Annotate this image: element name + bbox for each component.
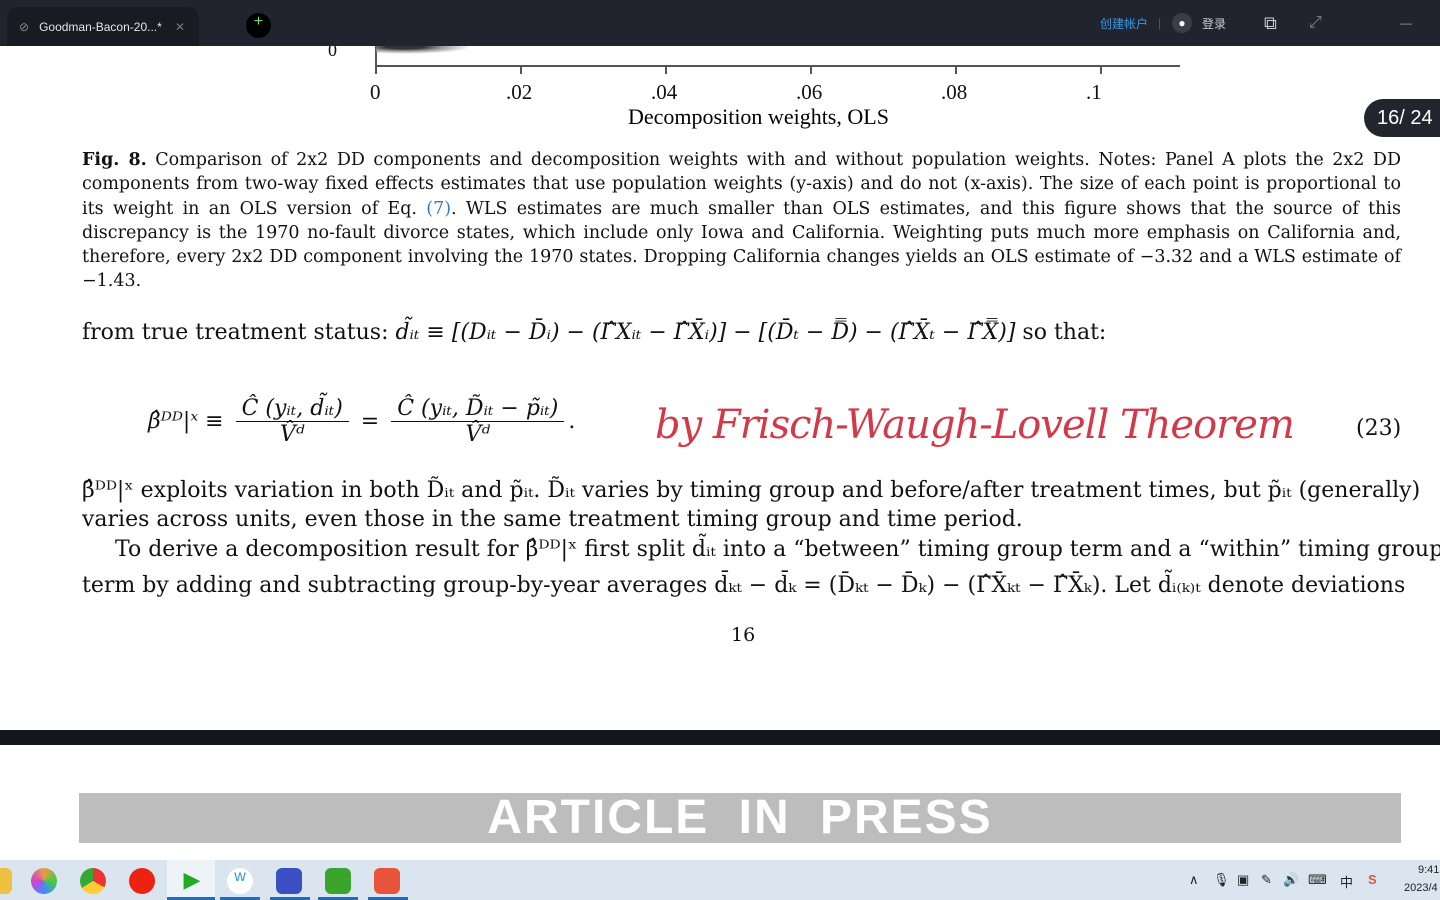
new-tab-button[interactable]: +	[246, 13, 271, 38]
sogou-icon[interactable]: S	[1368, 872, 1377, 887]
body-text: varies across units, even those in the s…	[82, 507, 1023, 532]
pen-icon[interactable]: ✎	[1261, 872, 1272, 888]
player-icon: ▶	[183, 868, 201, 893]
eq-math: d̃ᵢₜ ≡ [(Dᵢₜ − D̄ᵢ) − (Γ̂Xᵢₜ − Γ̂X̄ᵢ)] −…	[395, 320, 1016, 345]
x-tick-label: 0	[370, 80, 381, 104]
keyboard-icon[interactable]: ⌨	[1308, 872, 1327, 888]
create-account-link[interactable]: 创建帐户	[1100, 0, 1148, 46]
x-tick-label: .04	[651, 80, 678, 104]
scatter-points	[376, 46, 471, 54]
y-tick: 0	[328, 46, 337, 60]
x-tick	[375, 67, 377, 74]
chrome-icon[interactable]	[80, 868, 106, 894]
x-tick	[810, 67, 812, 74]
orange-app-icon[interactable]	[374, 868, 400, 894]
x-tick-label: .02	[506, 80, 533, 104]
microphone-icon[interactable]: 🎙	[1213, 872, 1230, 888]
eq-suffix: so that:	[1015, 320, 1107, 345]
caption-label: Fig. 8.	[82, 150, 147, 170]
x-tick	[665, 67, 667, 74]
title-bar: ⊘ Goodman-Bacon-20...* ✕ + 创建帐户 | ● 登录 ⧉…	[0, 0, 1440, 46]
body-text: To derive a decomposition result for β̂ᴰ…	[115, 537, 1440, 562]
x-axis-label: Decomposition weights, OLS	[628, 104, 889, 129]
x-tick	[955, 67, 957, 74]
volume-icon[interactable]: 🔊	[1283, 872, 1299, 888]
calendar-icon[interactable]	[276, 868, 302, 894]
equation-23: β̂ᴰᴰ|ˣ ≡ Ĉ (yᵢₜ, d̃ᵢₜ) V̂ᵈ = Ĉ (yᵢₜ, D̃ᵢ…	[148, 395, 576, 447]
login-label: 登录	[1202, 16, 1227, 31]
equation-link[interactable]: (7)	[426, 199, 451, 219]
body-text: term by adding and subtracting group-by-…	[82, 573, 1406, 598]
folder-icon[interactable]	[0, 868, 12, 894]
x-tick-label: .1	[1086, 80, 1102, 104]
taskbar: ▶ w ∧ 🎙 ▣ ✎ 🔊 ⌨ 中 S 9:41 2023/4	[0, 860, 1440, 900]
page-indicator: 16/ 24	[1364, 99, 1440, 137]
minimize-icon[interactable]: —	[1400, 0, 1412, 46]
x-tick	[520, 67, 522, 74]
green-app-icon[interactable]	[325, 868, 351, 894]
show-hidden-icons[interactable]: ∧	[1189, 872, 1199, 888]
eq-numerator: Ĉ (yᵢₜ, D̃ᵢₜ − p̃ᵢₜ)	[391, 396, 565, 422]
handwritten-annotation: by Frisch-Waugh-Lovell Theorem	[655, 402, 1295, 448]
clock-time[interactable]: 9:41	[1418, 864, 1439, 876]
w-app-icon[interactable]: w	[227, 868, 253, 894]
body-text: β̂ᴰᴰ|ˣ exploits variation in both D̃ᵢₜ a…	[82, 478, 1421, 503]
page-number: 16	[731, 624, 756, 646]
ime-indicator[interactable]: 中	[1340, 872, 1353, 891]
user-icon: ●	[1172, 13, 1192, 33]
active-app[interactable]: ▶	[167, 860, 215, 900]
fullscreen-icon[interactable]: ⤢	[1309, 0, 1322, 46]
eq-equals: =	[360, 408, 380, 434]
pdf-page: 0 0 .02 .04 .06 .08 .1 Decomposition weights,…	[0, 46, 1440, 730]
browser-icon[interactable]	[31, 868, 57, 894]
x-tick-label: .06	[796, 80, 823, 104]
eq-denominator: V̂ᵈ	[465, 421, 491, 447]
article-in-press-banner: ARTICLE IN PRESS	[79, 793, 1401, 843]
login-button[interactable]: ● 登录	[1172, 0, 1226, 46]
equation-number: (23)	[1356, 416, 1402, 441]
figure-caption: Fig. 8. Comparison of 2x2 DD components …	[82, 148, 1401, 294]
document-tab[interactable]: ⊘ Goodman-Bacon-20...* ✕	[7, 7, 199, 46]
eq-numerator: Ĉ (yᵢₜ, d̃ᵢₜ)	[235, 396, 349, 422]
equation-line: from true treatment status: d̃ᵢₜ ≡ [(Dᵢₜ…	[82, 320, 1106, 345]
tab-title: Goodman-Bacon-20...*	[39, 19, 162, 34]
eq-prefix: from true treatment status:	[82, 320, 396, 345]
eq-lhs: β̂ᴰᴰ|ˣ ≡	[148, 408, 224, 434]
clock-date[interactable]: 2023/4	[1404, 882, 1438, 894]
network-icon[interactable]: ▣	[1237, 872, 1249, 888]
page-separator	[0, 730, 1440, 745]
x-tick-label: .08	[941, 80, 968, 104]
add-window-icon[interactable]: ⧉	[1264, 0, 1277, 46]
x-axis	[375, 65, 1180, 67]
music-icon[interactable]	[129, 868, 155, 894]
cloud-off-icon: ⊘	[19, 19, 30, 34]
x-tick	[1100, 67, 1102, 74]
close-tab-icon[interactable]: ✕	[175, 20, 185, 34]
eq-denominator: V̂ᵈ	[279, 421, 305, 447]
